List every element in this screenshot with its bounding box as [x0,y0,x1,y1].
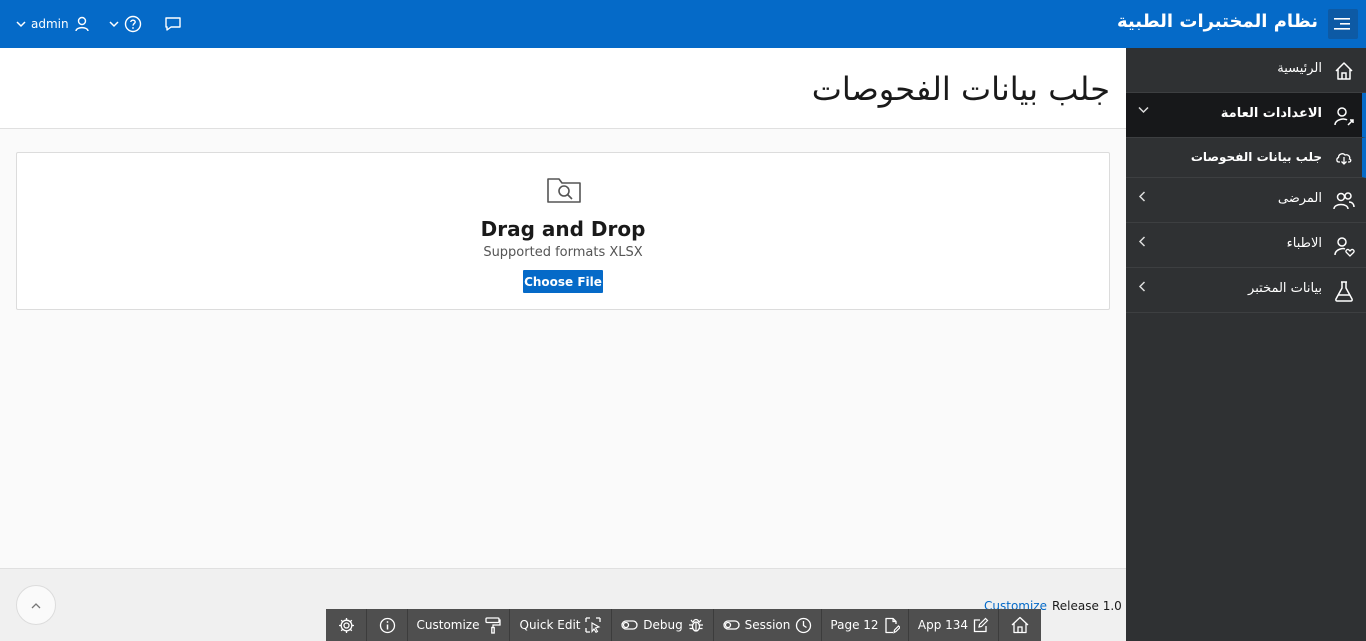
feedback-button[interactable] [164,16,182,32]
dev-debug-label: Debug [643,618,683,632]
nav-toggle-button[interactable] [1328,9,1358,39]
dev-customize-button[interactable]: Customize [408,609,510,641]
bug-icon [688,618,703,632]
toggle-off-icon [621,620,638,630]
scroll-to-top-button[interactable] [16,585,56,625]
dev-quick-edit-label: Quick Edit [519,618,581,632]
dev-quick-edit-button[interactable]: Quick Edit [510,609,612,641]
app-title[interactable]: نظام المختبرات الطبية [1117,11,1318,32]
top-header: نظام المختبرات الطبية admin [0,0,1366,48]
sidebar-item-general-settings[interactable]: الاعدادات العامة [1126,93,1366,138]
sidebar-item-doctors[interactable]: الاطباء [1126,223,1366,268]
toggle-off-icon [722,620,740,630]
clock-icon [796,617,812,633]
sidebar-item-label: بيانات المختبر [1248,281,1322,296]
help-menu-button[interactable] [109,15,142,33]
user-menu-button[interactable]: admin [16,16,89,32]
user-icon [74,16,89,32]
sidebar-nav: الرئيسية الاعدادات العامة جلب بيانات الف… [1126,48,1366,641]
user-heart-icon [1332,234,1356,258]
folder-search-icon [547,178,581,203]
sidebar-item-home[interactable]: الرئيسية [1126,48,1366,93]
chevron-up-icon [31,602,41,608]
home-icon [1332,59,1356,83]
dropzone-title: Drag and Drop [480,217,646,241]
dev-info-button[interactable] [367,609,408,641]
chevron-left-icon[interactable] [1138,191,1146,202]
dev-settings-button[interactable] [326,609,367,641]
dev-app-label: App 134 [917,618,969,632]
home-icon [1011,616,1029,634]
header-actions: admin [16,0,182,48]
chat-icon [164,17,181,31]
sidebar-item-label: الرئيسية [1277,61,1322,76]
cloud-download-icon [1334,148,1354,168]
chevron-left-icon[interactable] [1138,236,1146,247]
dev-customize-label: Customize [416,618,480,632]
dropzone-subtitle: Supported formats XLSX [483,245,643,260]
dev-app-button[interactable]: App 134 [909,609,999,641]
sidebar-item-label: المرضى [1277,191,1322,206]
page-title: جلب بيانات الفحوصات [811,70,1110,108]
dev-page-button[interactable]: Page 12 [822,609,909,641]
chevron-down-icon [16,20,26,28]
chevron-down-icon [109,20,119,28]
sidebar-item-label: جلب بيانات الفحوصات [1190,150,1322,164]
chevron-down-icon[interactable] [1138,106,1149,114]
page-edit-icon [884,617,900,634]
choose-file-button[interactable]: Choose File [523,270,603,293]
help-icon [124,15,141,33]
info-icon [379,617,395,633]
gear-icon [338,617,354,633]
developer-toolbar: Customize Quick Edit Debug Session Page … [326,609,1041,641]
dev-home-button[interactable] [999,609,1041,641]
paint-roller-icon [484,616,501,634]
title-bar: جلب بيانات الفحوصات [0,48,1126,129]
sidebar-item-patients[interactable]: المرضى [1126,178,1366,223]
sidebar-item-fetch-test-data[interactable]: جلب بيانات الفحوصات [1126,138,1366,178]
select-cursor-icon [585,617,602,633]
sidebar-item-lab-data[interactable]: بيانات المختبر [1126,268,1366,313]
dev-session-button[interactable]: Session [714,609,822,641]
dev-page-label: Page 12 [830,618,879,632]
edit-icon [973,617,989,633]
user-name: admin [31,17,69,31]
dev-session-label: Session [744,618,791,632]
release-label: Release 1.0 [1052,599,1122,613]
dev-debug-button[interactable]: Debug [612,609,714,641]
menu-icon [1334,18,1350,30]
flask-icon [1332,279,1356,303]
file-dropzone[interactable]: Drag and Drop Supported formats XLSX Cho… [16,152,1110,310]
user-settings-icon [1332,104,1356,128]
sidebar-item-label: الاعدادات العامة [1220,106,1322,121]
users-icon [1332,189,1356,213]
sidebar-item-label: الاطباء [1286,236,1322,251]
main-content: جلب بيانات الفحوصات Drag and Drop Suppor… [0,48,1126,641]
chevron-left-icon[interactable] [1138,281,1146,292]
